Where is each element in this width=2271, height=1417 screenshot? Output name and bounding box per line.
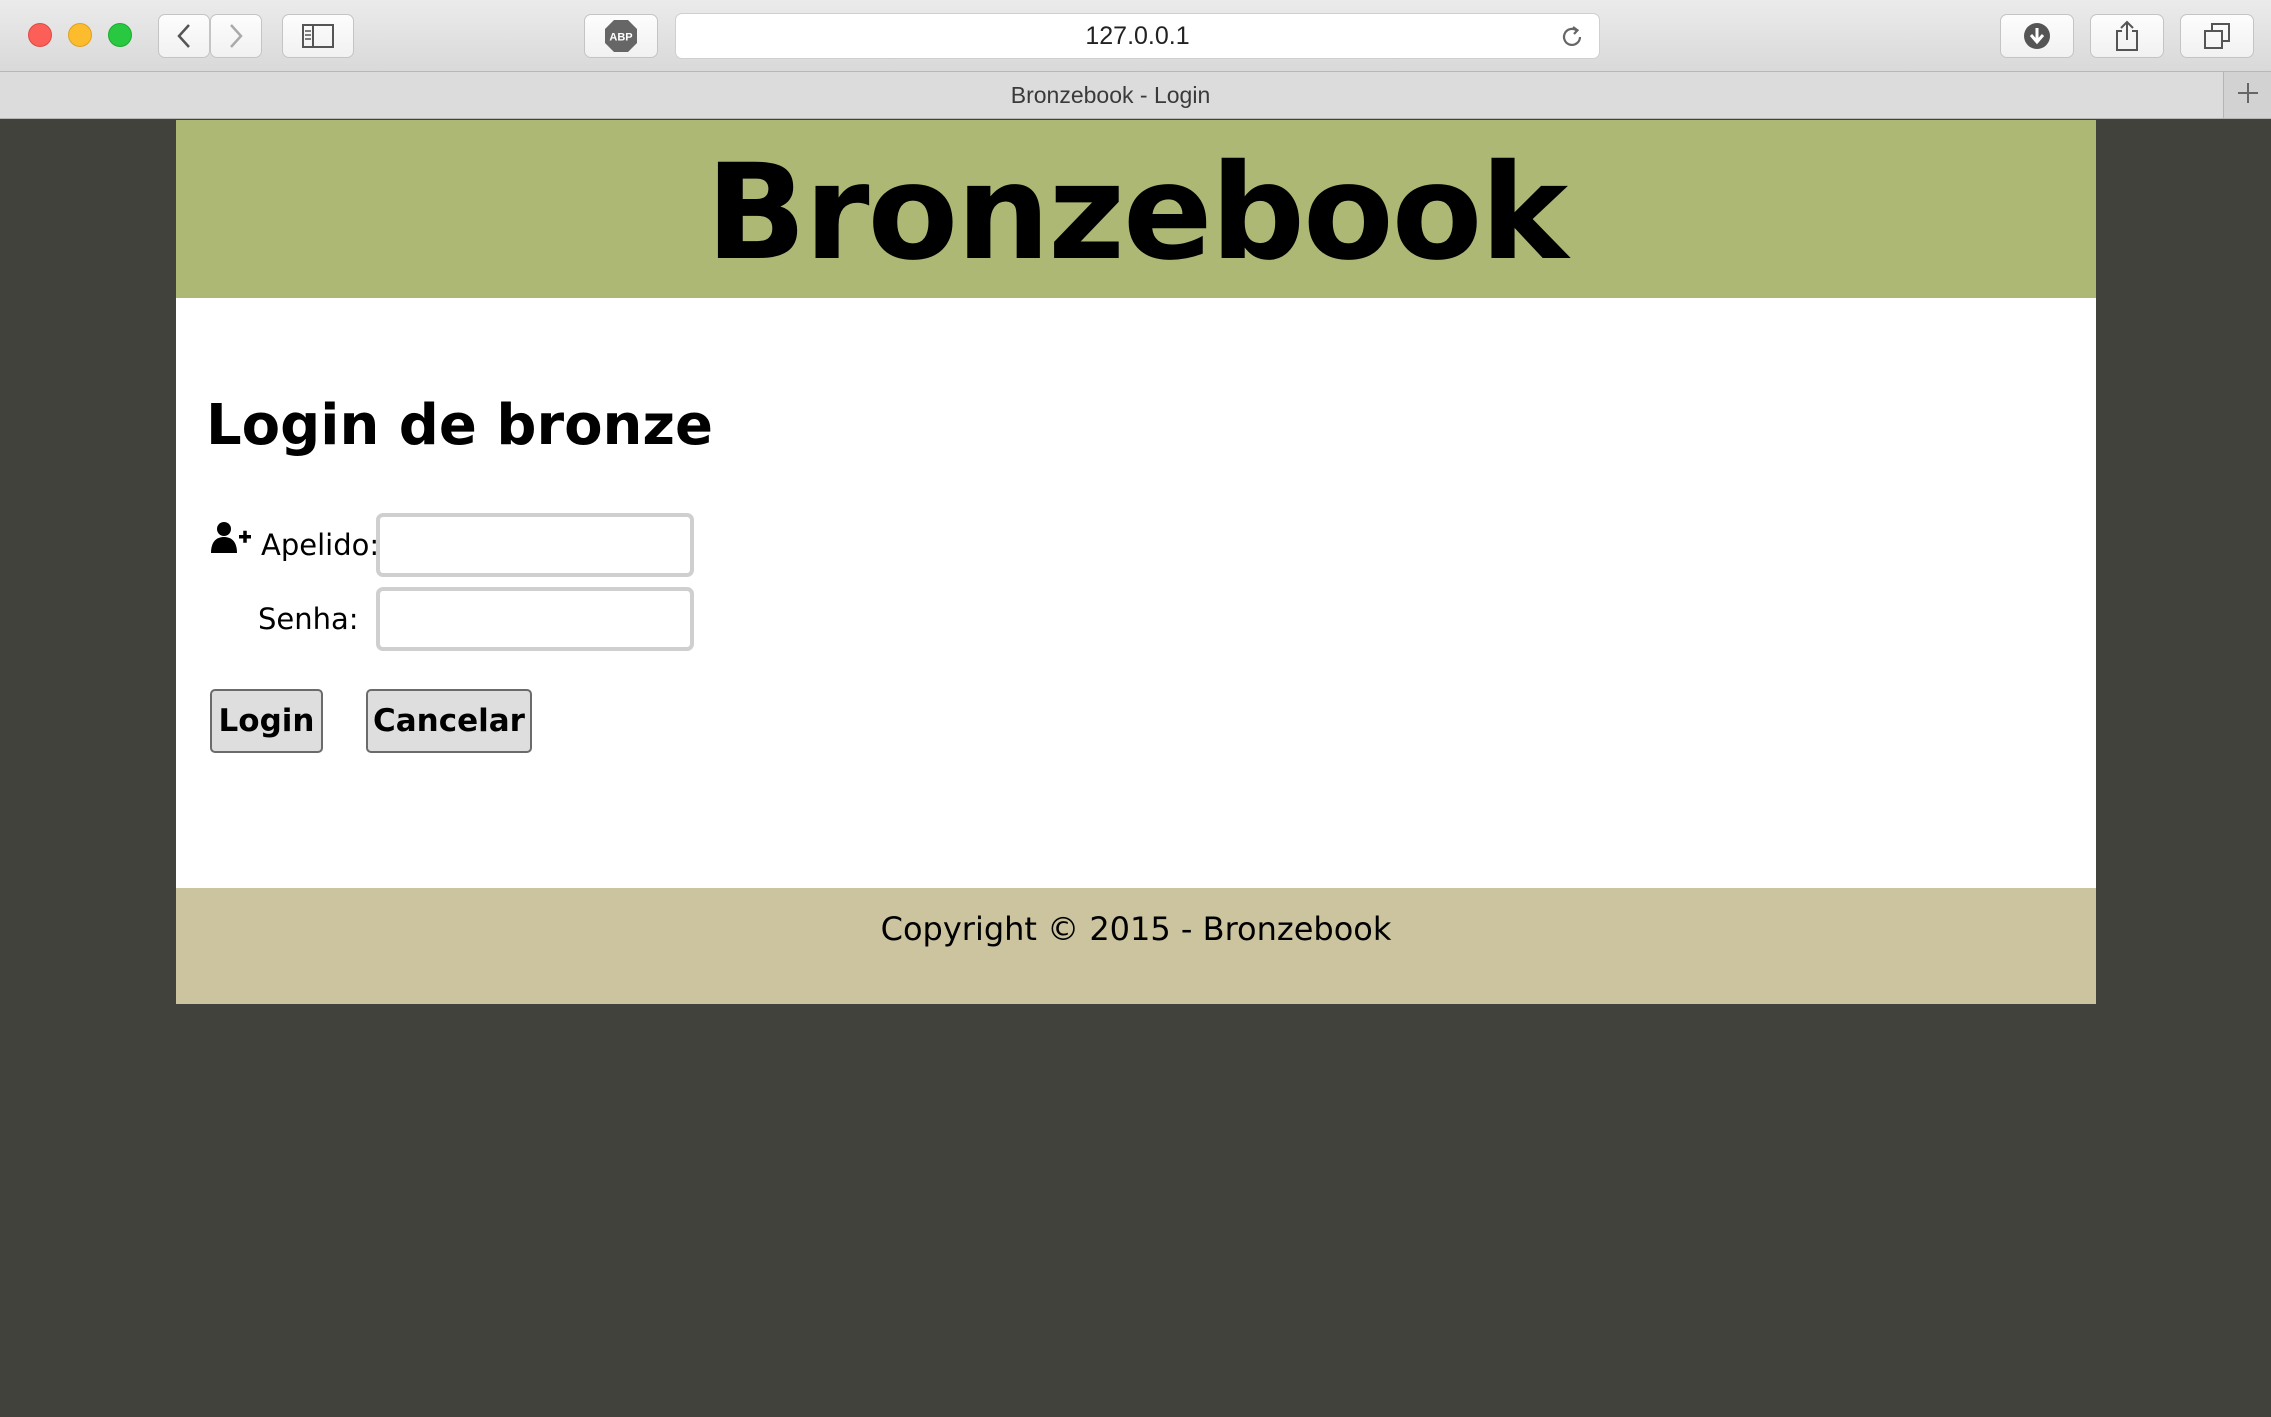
senha-input[interactable] xyxy=(376,587,694,651)
share-button[interactable] xyxy=(2090,14,2164,58)
downloads-button[interactable] xyxy=(2000,14,2074,58)
cancel-button[interactable]: Cancelar xyxy=(366,689,532,753)
apelido-input[interactable] xyxy=(376,513,694,577)
plus-icon xyxy=(2237,82,2259,108)
sidebar-icon xyxy=(302,24,334,48)
tab-title[interactable]: Bronzebook - Login xyxy=(0,72,2221,118)
address-bar[interactable]: 127.0.0.1 xyxy=(675,13,1600,59)
site-title: Bronzebook xyxy=(705,136,1568,290)
share-icon xyxy=(2114,20,2140,52)
login-button[interactable]: Login xyxy=(210,689,323,753)
apelido-label: Apelido: xyxy=(261,528,380,562)
svg-text:ABP: ABP xyxy=(609,32,632,44)
adblock-button[interactable]: ABP xyxy=(584,14,658,58)
tab-overview-button[interactable] xyxy=(2180,14,2254,58)
chevron-right-icon xyxy=(228,23,244,49)
tab-bar: Bronzebook - Login xyxy=(0,72,2271,119)
forward-button[interactable] xyxy=(210,14,262,58)
new-tab-button[interactable] xyxy=(2223,72,2271,118)
site-header: Bronzebook xyxy=(176,120,2096,298)
senha-label: Senha: xyxy=(258,602,359,636)
adblock-icon: ABP xyxy=(604,19,638,53)
close-window-button[interactable] xyxy=(28,23,52,47)
zoom-window-button[interactable] xyxy=(108,23,132,47)
chevron-left-icon xyxy=(176,23,192,49)
copyright-text: Copyright © 2015 - Bronzebook xyxy=(880,910,1392,948)
reload-icon[interactable] xyxy=(1559,24,1585,54)
url-text: 127.0.0.1 xyxy=(1085,21,1190,50)
back-button[interactable] xyxy=(158,14,210,58)
tab-overview-icon xyxy=(2203,22,2231,50)
site-footer: Copyright © 2015 - Bronzebook xyxy=(176,888,2096,1004)
page-title: Login de bronze xyxy=(206,393,713,458)
user-add-icon xyxy=(210,521,252,559)
download-icon xyxy=(2022,21,2052,51)
sidebar-button[interactable] xyxy=(282,14,354,58)
minimize-window-button[interactable] xyxy=(68,23,92,47)
browser-toolbar: ABP 127.0.0.1 xyxy=(0,0,2271,72)
